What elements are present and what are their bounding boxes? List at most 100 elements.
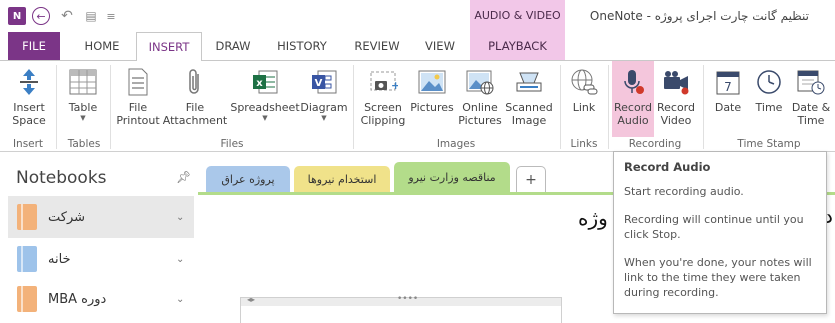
date-button[interactable]: 7 Date xyxy=(708,61,748,137)
back-icon[interactable]: ← xyxy=(32,7,50,25)
insert-space-button[interactable]: Insert Space xyxy=(6,61,52,137)
window-title: تنظيم گانت چارت اجراى پروژه - OneNote xyxy=(589,9,809,23)
drag-handle-icon[interactable]: •••• xyxy=(397,294,418,304)
scanned-image-label: Scanned Image xyxy=(505,101,553,127)
group-label-tables: Tables xyxy=(67,138,101,150)
notebook-item[interactable]: شركت ⌄ xyxy=(8,196,194,238)
online-picture-icon xyxy=(464,66,496,98)
notebook-name: MBA دوره xyxy=(48,291,107,307)
screen-clipping-button[interactable]: + Screen Clipping xyxy=(358,61,408,137)
visio-diagram-icon: V xyxy=(308,66,340,98)
file-attachment-label: File Attachment xyxy=(162,101,228,127)
group-label-recording: Recording xyxy=(628,138,682,150)
context-group-label: AUDIO & VIDEO xyxy=(474,9,561,22)
spreadsheet-button[interactable]: x Spreadsheet ▼ xyxy=(230,61,300,137)
file-printout-icon xyxy=(122,66,154,98)
link-button[interactable]: Link xyxy=(564,61,604,137)
scanner-icon xyxy=(513,66,545,98)
group-separator xyxy=(56,65,57,149)
insert-space-label: Insert Space xyxy=(12,101,46,127)
diagram-dropdown-icon: ▼ xyxy=(321,114,327,122)
calendar-clock-icon xyxy=(795,66,827,98)
table-label: Table xyxy=(68,101,98,114)
link-label: Link xyxy=(572,101,596,114)
date-and-time-button[interactable]: Date & Time xyxy=(790,61,832,137)
tab-history[interactable]: HISTORY xyxy=(266,32,338,60)
spreadsheet-label: Spreadsheet xyxy=(230,101,300,114)
pin-icon[interactable]: 📌︎ xyxy=(176,170,191,184)
spreadsheet-dropdown-icon: ▼ xyxy=(262,114,268,122)
group-separator xyxy=(703,65,704,149)
add-section-button[interactable]: + xyxy=(516,166,546,192)
tab-home[interactable]: HOME xyxy=(74,32,130,60)
pictures-button[interactable]: Pictures xyxy=(408,61,456,137)
calendar-day-number: 7 xyxy=(724,80,732,94)
svg-text:+: + xyxy=(391,79,398,92)
time-button[interactable]: Time xyxy=(750,61,788,137)
clock-icon xyxy=(753,66,785,98)
chevron-down-icon[interactable]: ⌄ xyxy=(176,254,184,265)
section-tab[interactable]: پروژه عراق xyxy=(206,166,290,192)
record-audio-tooltip: Record Audio Start recording audio. Reco… xyxy=(613,151,827,314)
tooltip-text: When you're done, your notes will link t… xyxy=(624,256,812,299)
title-bar: N ← ↶ ▤ ≡ AUDIO & VIDEO تنظيم گانت چارت … xyxy=(0,0,835,60)
ribbon-insert: Insert Space Insert Table ▼ Tables File … xyxy=(0,60,835,152)
excel-spreadsheet-icon: x xyxy=(249,66,281,98)
date-and-time-label: Date & Time xyxy=(791,101,831,127)
svg-text:x: x xyxy=(256,78,263,89)
tab-file[interactable]: FILE xyxy=(8,32,60,60)
tooltip-text: Recording will continue until you click … xyxy=(624,213,804,241)
tab-review[interactable]: REVIEW xyxy=(346,32,408,60)
diagram-button[interactable]: V Diagram ▼ xyxy=(300,61,348,137)
notebook-name: خانه xyxy=(48,251,71,267)
group-separator xyxy=(353,65,354,149)
note-container[interactable]: ◂▸ •••• xyxy=(240,294,562,323)
online-pictures-button[interactable]: Online Pictures xyxy=(456,61,504,137)
notebook-item[interactable]: خانه ⌄ xyxy=(8,238,194,280)
record-video-button[interactable]: Record Video xyxy=(654,61,698,137)
notebooks-title: Notebooks xyxy=(16,168,107,188)
note-container-grip[interactable]: ◂▸ •••• xyxy=(241,294,561,306)
record-audio-label: Record Audio xyxy=(613,101,652,127)
table-button[interactable]: Table ▼ xyxy=(62,61,104,137)
record-video-label: Record Video xyxy=(656,101,695,127)
group-separator xyxy=(110,65,111,149)
group-label-time-stamp: Time Stamp xyxy=(737,138,801,150)
tab-playback[interactable]: PLAYBACK xyxy=(470,32,565,60)
notebook-name: شركت xyxy=(48,209,86,225)
section-tab[interactable]: استخدام نيروها xyxy=(294,166,390,192)
screen-clipping-icon: + xyxy=(367,66,399,98)
scanned-image-button[interactable]: Scanned Image xyxy=(504,61,554,137)
online-pictures-label: Online Pictures xyxy=(458,101,502,127)
calendar-icon: 7 xyxy=(712,66,744,98)
date-label: Date xyxy=(714,101,742,114)
group-label-files: Files xyxy=(220,138,244,150)
file-printout-button[interactable]: File Printout xyxy=(114,61,162,137)
group-separator xyxy=(560,65,561,149)
tab-draw[interactable]: DRAW xyxy=(206,32,260,60)
pictures-label: Pictures xyxy=(410,101,454,114)
file-attachment-button[interactable]: File Attachment xyxy=(162,61,228,137)
onenote-logo-icon: N xyxy=(8,7,26,25)
section-tab-active[interactable]: مناقصه وزارت نيرو xyxy=(394,162,510,192)
chevron-down-icon[interactable]: ⌄ xyxy=(176,294,184,305)
paperclip-icon xyxy=(179,66,211,98)
tab-insert[interactable]: INSERT xyxy=(136,32,202,61)
customize-toolbar-icon[interactable]: ≡ xyxy=(102,7,120,25)
resize-arrows-icon[interactable]: ◂▸ xyxy=(247,295,255,304)
microphone-icon xyxy=(617,66,649,98)
tooltip-title: Record Audio xyxy=(624,160,711,174)
notebooks-pane: Notebooks 📌︎ شركت ⌄ خانه ⌄ MBA دوره ⌄ xyxy=(8,158,194,323)
ribbon-tabs: FILE HOME INSERT DRAW HISTORY REVIEW VIE… xyxy=(0,32,835,61)
chevron-down-icon[interactable]: ⌄ xyxy=(176,212,184,223)
dock-to-desktop-icon[interactable]: ▤ xyxy=(82,7,100,25)
record-audio-button[interactable]: Record Audio xyxy=(612,61,654,137)
page-title[interactable]: وژه xyxy=(578,206,608,230)
notebook-item[interactable]: MBA دوره ⌄ xyxy=(8,278,194,320)
tab-view[interactable]: VIEW xyxy=(414,32,466,60)
table-dropdown-icon: ▼ xyxy=(80,114,86,122)
group-label-insert: Insert xyxy=(12,138,44,150)
undo-icon[interactable]: ↶ xyxy=(58,7,76,25)
diagram-label: Diagram xyxy=(300,101,348,114)
table-icon xyxy=(67,66,99,98)
